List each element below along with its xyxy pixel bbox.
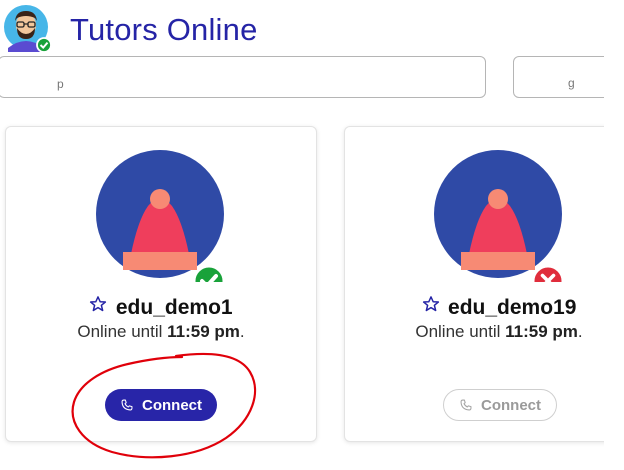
connect-button[interactable]: Connect bbox=[105, 389, 217, 421]
user-avatar[interactable] bbox=[3, 4, 52, 53]
phone-icon bbox=[121, 399, 133, 411]
filter-select-fragment: g bbox=[568, 76, 575, 90]
status-suffix: . bbox=[239, 322, 245, 341]
hat-avatar-icon bbox=[96, 150, 226, 298]
connect-label: Connect bbox=[142, 396, 202, 414]
tutor-name-row: edu_demo19 bbox=[344, 295, 624, 320]
connect-button-disabled[interactable]: Connect bbox=[443, 389, 557, 421]
online-badge-icon bbox=[36, 37, 52, 53]
page-title: Tutors Online bbox=[70, 12, 258, 47]
status-time: 11:59 pm bbox=[167, 322, 240, 341]
status-time: 11:59 pm bbox=[505, 322, 578, 341]
status-prefix: Online until bbox=[415, 322, 501, 341]
tutor-name: edu_demo19 bbox=[448, 295, 577, 319]
tutor-card: edu_demo1 Online until 11:59 pm. Connect bbox=[5, 126, 317, 442]
tutor-name: edu_demo1 bbox=[115, 295, 233, 319]
search-placeholder-fragment: p bbox=[57, 77, 64, 91]
search-input[interactable]: p bbox=[0, 56, 486, 98]
connect-label: Connect bbox=[481, 396, 541, 414]
tutor-card: edu_demo19 Online until 11:59 pm. Connec… bbox=[344, 126, 624, 442]
tutor-status: Online until 11:59 pm. bbox=[344, 322, 624, 342]
tutor-name-row: edu_demo1 bbox=[6, 295, 316, 320]
star-outline-icon[interactable] bbox=[89, 295, 107, 313]
hat-avatar-icon bbox=[434, 150, 565, 298]
user-avatar-icon bbox=[4, 5, 52, 53]
scroll-gutter bbox=[604, 56, 624, 470]
phone-icon bbox=[460, 399, 472, 411]
tutor-status: Online until 11:59 pm. bbox=[6, 322, 316, 342]
status-prefix: Online until bbox=[77, 322, 163, 341]
tutor-avatar bbox=[434, 150, 566, 298]
status-suffix: . bbox=[577, 322, 583, 341]
tutors-online-page: Tutors Online p g edu_demo1 Online until… bbox=[0, 0, 624, 470]
tutor-avatar bbox=[96, 150, 228, 298]
star-outline-icon[interactable] bbox=[422, 295, 440, 313]
online-check-badge-icon bbox=[192, 264, 226, 298]
